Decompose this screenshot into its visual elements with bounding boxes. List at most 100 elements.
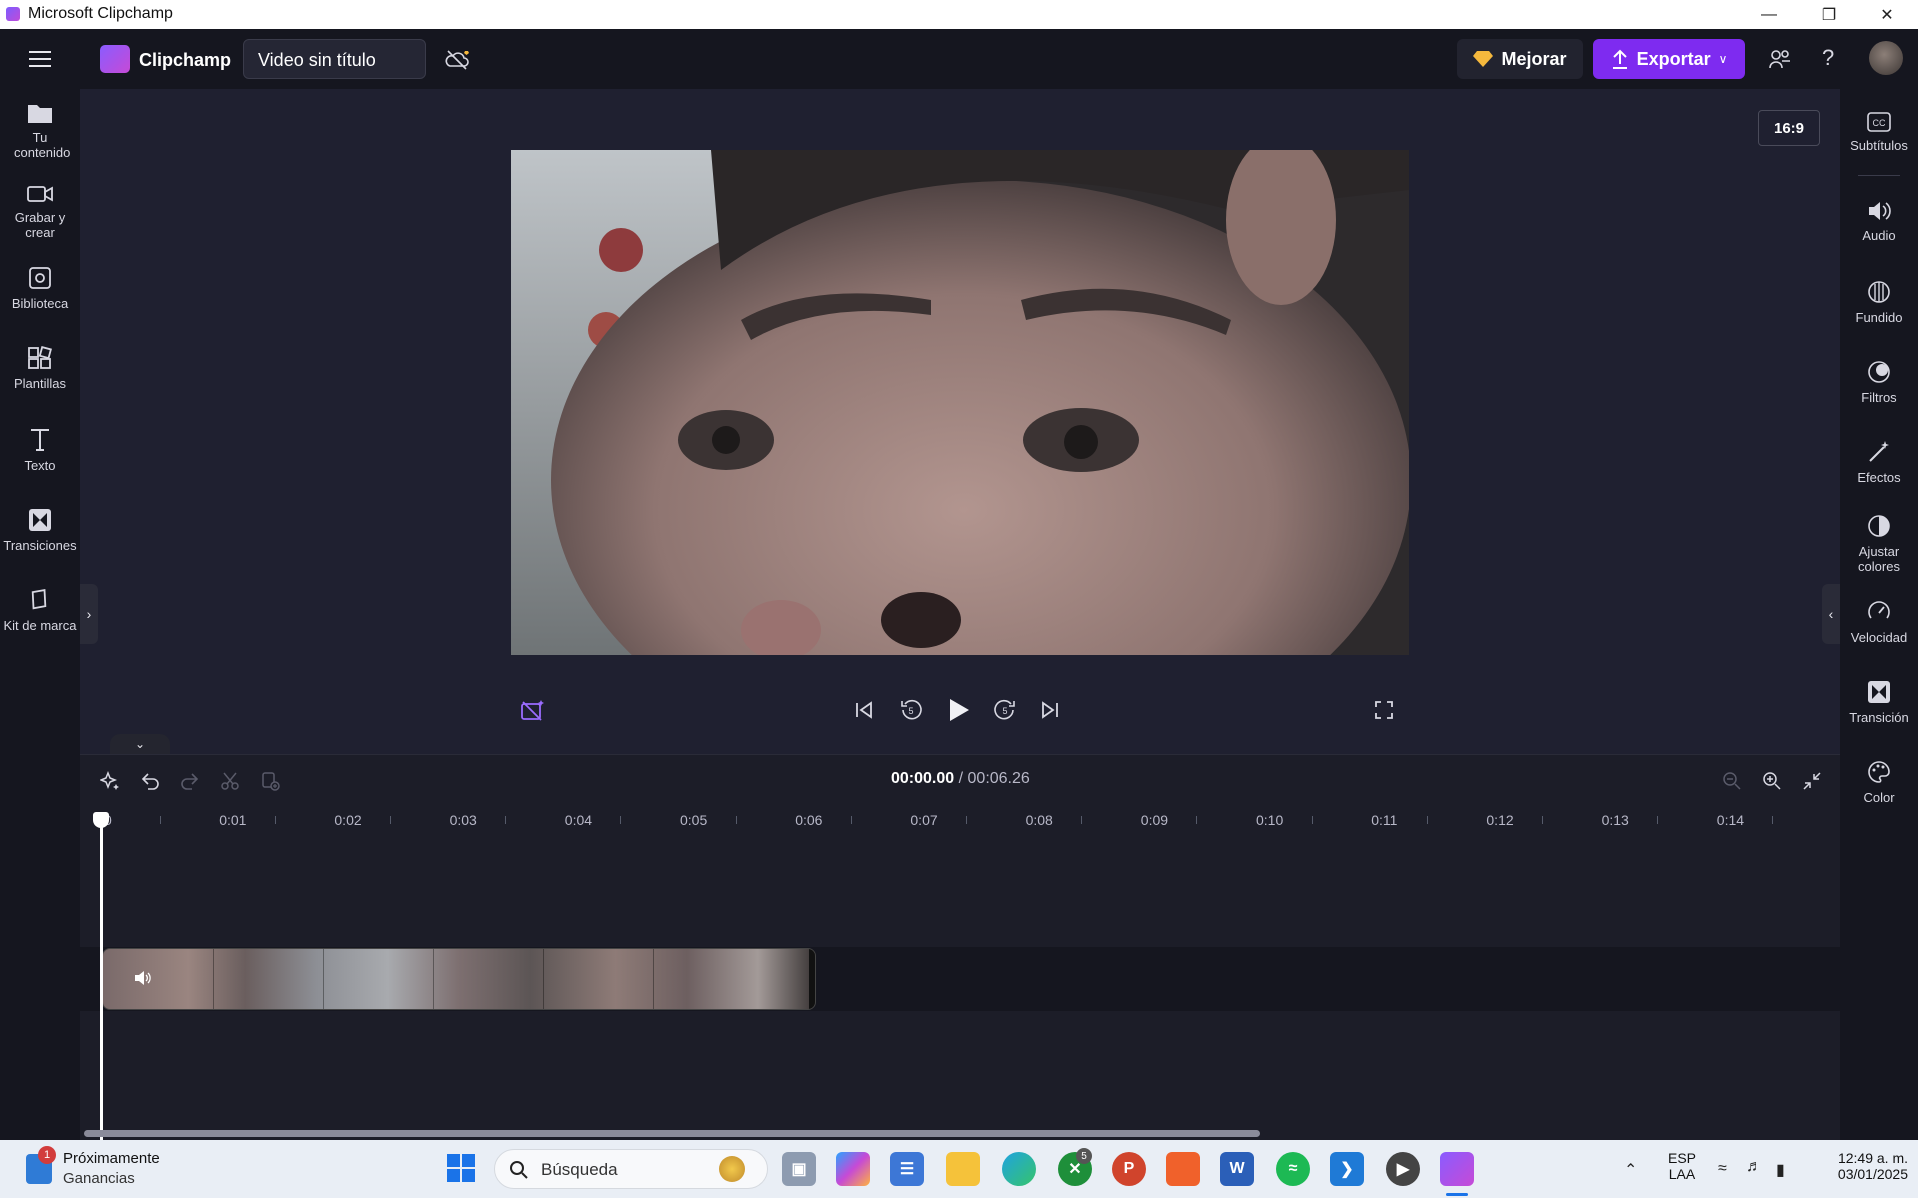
taskbar-search-box[interactable]: Búsqueda (494, 1149, 768, 1189)
timeline-tick-label: 0:03 (449, 812, 477, 828)
playhead-line[interactable] (100, 816, 103, 1140)
close-button[interactable]: ✕ (1858, 0, 1916, 29)
playhead-handle[interactable] (93, 812, 109, 828)
expand-right-panel-button[interactable]: ‹ (1822, 584, 1840, 644)
svg-text:5: 5 (1002, 706, 1007, 716)
clock[interactable]: 12:49 a. m. 03/01/2025 (1816, 1150, 1908, 1182)
copilot-icon[interactable] (836, 1152, 870, 1186)
search-icon (510, 1161, 528, 1179)
nav-record-create[interactable]: Grabar y crear (0, 183, 80, 240)
export-button[interactable]: Exportar ∨ (1593, 39, 1745, 79)
media-player-icon[interactable]: ▶ (1386, 1152, 1420, 1186)
battery-icon[interactable]: ▮ (1776, 1160, 1785, 1180)
nav-text[interactable]: Texto (0, 427, 80, 473)
diamond-icon (1473, 51, 1494, 67)
timeline-toolbar: 00:00.00 / 00:06.26 (80, 754, 1840, 806)
rnav-speed[interactable]: Velocidad (1840, 599, 1918, 645)
adjust-colors-icon (1868, 515, 1890, 537)
magic-edit-icon[interactable] (98, 769, 122, 793)
skip-to-start-icon[interactable] (850, 696, 878, 724)
fit-timeline-icon[interactable] (1800, 769, 1824, 793)
video-clip[interactable] (102, 948, 816, 1010)
timeline-scrollbar[interactable] (84, 1130, 1260, 1137)
cloud-off-premium-icon[interactable] (444, 47, 472, 73)
fullscreen-icon[interactable] (1370, 696, 1398, 724)
upgrade-button[interactable]: Mejorar (1457, 39, 1583, 79)
filters-icon (1868, 361, 1890, 383)
clip-end-handle[interactable] (809, 949, 815, 1009)
vscode-icon[interactable]: ❯ (1330, 1152, 1364, 1186)
video-preview[interactable] (511, 150, 1409, 655)
spotify-icon[interactable]: ≈ (1276, 1152, 1310, 1186)
forward-5-icon[interactable]: 5 (990, 695, 1020, 725)
aspect-ratio-button[interactable]: 16:9 (1758, 110, 1820, 146)
file-explorer-icon[interactable] (946, 1152, 980, 1186)
lang-bottom: LAA (1668, 1166, 1696, 1182)
timeline-tick-mark (1772, 816, 1774, 824)
expand-left-panel-button[interactable]: › (80, 584, 98, 644)
effects-icon (1869, 441, 1889, 462)
wifi-icon[interactable]: ≈ (1718, 1160, 1727, 1178)
timeline-tick-label: 0:09 (1140, 812, 1169, 828)
timeline-tick-label: 0:04 (564, 812, 593, 828)
zoom-out-icon[interactable] (1720, 769, 1744, 793)
nav-brand-kit[interactable]: Kit de marca (0, 587, 80, 633)
nav-transitions[interactable]: Transiciones (0, 507, 80, 553)
duplicate-icon[interactable] (258, 769, 282, 793)
timeline-tick-mark (966, 816, 967, 824)
chevron-down-icon: ∨ (1718, 52, 1728, 66)
thumbnail-divider (213, 949, 214, 1009)
news-title[interactable]: Próximamente (63, 1150, 160, 1167)
nav-templates[interactable]: Plantillas (0, 345, 80, 391)
active-app-indicator (1446, 1193, 1468, 1196)
rnav-effects[interactable]: Efectos (1840, 439, 1918, 485)
word-icon[interactable]: W (1220, 1152, 1254, 1186)
app-header: Clipchamp Video sin título Mejorar Expor… (0, 29, 1918, 89)
show-hidden-icons-icon[interactable]: ⌃ (1624, 1160, 1637, 1180)
nav-your-content[interactable]: Tu contenido (0, 101, 80, 160)
edge-icon[interactable] (1002, 1152, 1036, 1186)
volume-icon[interactable]: ♬ (1746, 1158, 1762, 1176)
clipchamp-taskbar-icon[interactable] (1440, 1152, 1474, 1186)
rnav-transition[interactable]: Transición (1840, 679, 1918, 725)
clip-thumbnails (103, 949, 815, 1009)
rnav-captions[interactable]: CC Subtítulos (1840, 111, 1918, 153)
skip-to-end-icon[interactable] (1036, 696, 1064, 724)
news-subtitle[interactable]: Ganancias (63, 1170, 135, 1187)
task-view-icon[interactable]: ▣ (782, 1152, 816, 1186)
timeline-tick-label: 0:01 (219, 812, 247, 828)
text-icon (31, 429, 49, 451)
rnav-adjust-colors[interactable]: Ajustar colores (1840, 513, 1918, 574)
rnav-filters[interactable]: Filtros (1840, 359, 1918, 405)
language-indicator[interactable]: ESP LAA (1668, 1150, 1696, 1182)
notepad-icon[interactable]: ☰ (890, 1152, 924, 1186)
play-icon[interactable] (944, 694, 974, 726)
rewind-5-icon[interactable]: 5 (896, 695, 926, 725)
split-scissors-icon[interactable] (218, 769, 242, 793)
minimize-button[interactable]: — (1740, 0, 1798, 29)
ai-camera-icon[interactable] (518, 695, 548, 725)
rnav-audio[interactable]: Audio (1840, 199, 1918, 243)
user-avatar[interactable] (1869, 41, 1903, 75)
nav-label: Biblioteca (11, 296, 69, 311)
clip-volume-icon[interactable] (133, 969, 153, 989)
help-icon[interactable]: ? (1822, 45, 1834, 71)
zoom-in-icon[interactable] (1760, 769, 1784, 793)
restore-button[interactable]: ❐ (1800, 0, 1858, 29)
nav-library[interactable]: Biblioteca (0, 265, 80, 311)
undo-icon[interactable] (138, 769, 162, 793)
share-icon[interactable] (1766, 45, 1794, 73)
timeline-ruler[interactable]: 00:010:020:030:040:050:060:070:080:090:1… (80, 806, 1840, 834)
powerpoint-icon[interactable]: P (1112, 1152, 1146, 1186)
menu-icon[interactable] (26, 47, 54, 71)
timeline-tick-label: 0:14 (1716, 812, 1745, 828)
redo-icon[interactable] (178, 769, 202, 793)
rnav-fade[interactable]: Fundido (1840, 279, 1918, 325)
collapse-timeline-button[interactable]: ⌄ (110, 734, 170, 754)
xbox-badge: 5 (1076, 1148, 1092, 1164)
windows-start-icon[interactable] (446, 1153, 478, 1185)
rnav-label: Subtítulos (1850, 138, 1908, 153)
rnav-color[interactable]: Color (1840, 759, 1918, 805)
brave-icon[interactable] (1166, 1152, 1200, 1186)
project-title-input[interactable]: Video sin título (243, 39, 426, 79)
